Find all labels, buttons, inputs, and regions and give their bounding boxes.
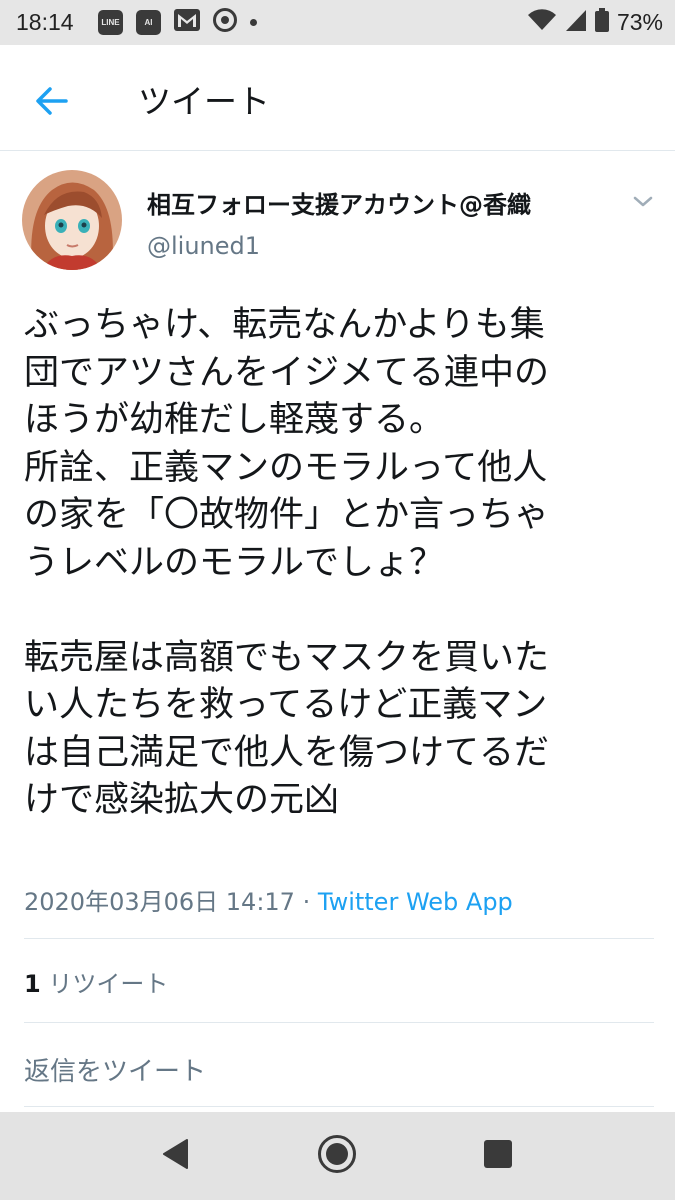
recents-square-icon bbox=[484, 1140, 512, 1168]
battery-percent: 73% bbox=[616, 9, 663, 35]
home-circle-icon bbox=[318, 1135, 356, 1173]
author-display-name[interactable]: 相互フォロー支援アカウント@香織 bbox=[147, 185, 531, 220]
app-header: ツイート bbox=[0, 45, 675, 151]
notification-icons: LINE AI bbox=[98, 8, 257, 37]
reply-input[interactable]: 返信をツイート bbox=[24, 1051, 206, 1088]
divider bbox=[24, 1022, 654, 1023]
tweet-timestamp[interactable]: 2020年03月06日 14:17 bbox=[24, 888, 295, 916]
page-title: ツイート bbox=[138, 82, 270, 121]
more-dot-icon bbox=[250, 19, 257, 26]
chevron-down-icon bbox=[633, 196, 653, 207]
nav-recents-button[interactable] bbox=[483, 1139, 513, 1173]
line-icon: LINE bbox=[98, 10, 123, 35]
tweet-menu-button[interactable] bbox=[628, 190, 658, 214]
avatar-image bbox=[22, 170, 122, 270]
divider bbox=[24, 1106, 654, 1107]
nav-home-button[interactable] bbox=[317, 1134, 357, 1178]
ai-icon: AI bbox=[136, 10, 161, 35]
tweet-source-link[interactable]: Twitter Web App bbox=[318, 888, 513, 916]
nav-back-button[interactable] bbox=[160, 1137, 190, 1175]
retweet-stats[interactable]: 1 リツイート bbox=[24, 964, 168, 999]
tweet-meta: 2020年03月06日 14:17 · Twitter Web App bbox=[24, 882, 513, 917]
back-button[interactable] bbox=[32, 81, 72, 121]
triangle-back-icon bbox=[163, 1139, 188, 1169]
status-bar: 18:14 LINE AI 73% bbox=[0, 0, 675, 45]
gmail-icon bbox=[174, 9, 200, 36]
battery-icon bbox=[594, 8, 609, 37]
retweet-label: リツイート bbox=[48, 970, 169, 998]
back-arrow-icon bbox=[36, 87, 68, 115]
divider bbox=[24, 938, 654, 939]
author-handle[interactable]: @liuned1 bbox=[147, 232, 260, 260]
retweet-count: 1 bbox=[24, 970, 41, 998]
tweet-text: ぶっちゃけ、転売なんかよりも集 団でアツさんをイジメてる連中の ほうが幼稚だし軽… bbox=[24, 305, 550, 820]
system-nav-bar bbox=[0, 1112, 675, 1200]
avatar[interactable] bbox=[22, 170, 122, 270]
status-time: 18:14 bbox=[16, 9, 74, 35]
status-right: 73% bbox=[527, 8, 663, 37]
chrome-icon bbox=[213, 8, 237, 37]
wifi-icon bbox=[527, 8, 557, 37]
signal-icon bbox=[565, 8, 587, 37]
meta-separator: · bbox=[302, 888, 311, 916]
